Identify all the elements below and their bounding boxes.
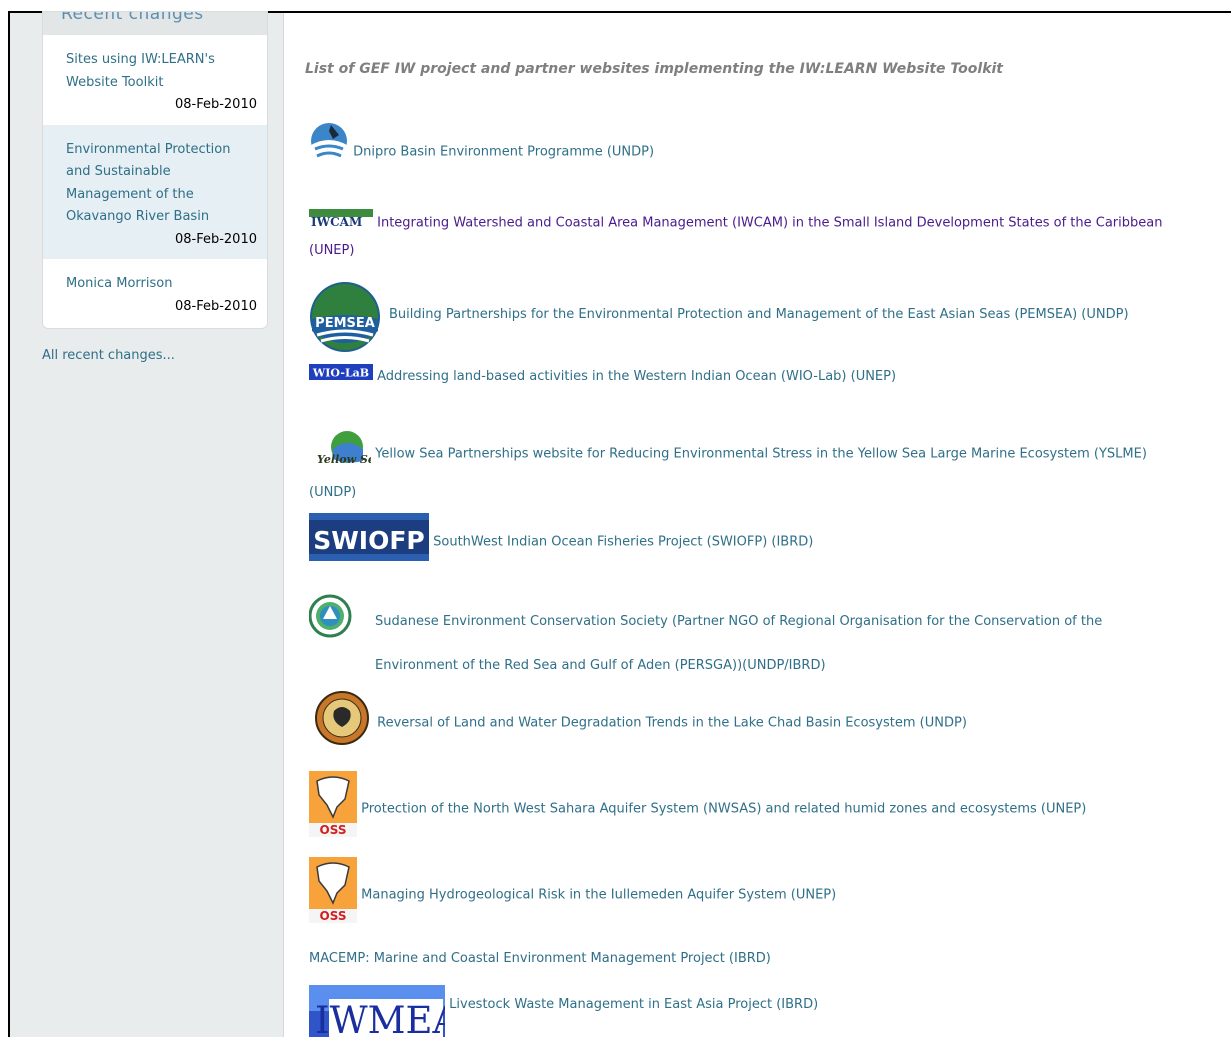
- pemsea-logo[interactable]: PEMSEA: [309, 281, 381, 363]
- iwmea-logo-text: IWMEA: [315, 999, 445, 1037]
- recent-change-item: Monica Morrison 08-Feb-2010: [43, 259, 267, 328]
- oss-logo[interactable]: OSS: [309, 771, 357, 847]
- project-entry: OSS Protection of the North West Sahara …: [309, 771, 1179, 847]
- recent-change-link[interactable]: Sites using IW:LEARN's Website Toolkit: [66, 49, 257, 94]
- project-link[interactable]: Livestock Waste Management in East Asia …: [449, 997, 818, 1012]
- portlet-header: Recent changes: [43, 12, 267, 35]
- left-sidebar: Recent changes Sites using IW:LEARN's We…: [10, 11, 284, 1037]
- wio-lab-logo[interactable]: WIO-LaB: [309, 363, 373, 390]
- project-entry: MACEMP: Marine and Coastal Environment M…: [309, 945, 1179, 972]
- project-entry: Reversal of Land and Water Degradation T…: [309, 689, 1179, 757]
- recent-change-item: Environmental Protection and Sustainable…: [43, 124, 267, 259]
- recent-change-date: 08-Feb-2010: [174, 231, 257, 247]
- project-entry: WIO-LaB Addressing land-based activities…: [309, 363, 1179, 390]
- recent-change-item: Sites using IW:LEARN's Website Toolkit 0…: [43, 35, 267, 125]
- project-link[interactable]: Dnipro Basin Environment Programme (UNDP…: [353, 145, 654, 160]
- project-entry: Yellow Sea Yellow Sea Partnerships websi…: [309, 429, 1179, 506]
- recent-changes-portlet: Recent changes Sites using IW:LEARN's We…: [42, 11, 268, 329]
- recent-change-date: 08-Feb-2010: [174, 97, 257, 112]
- swiofp-logo[interactable]: SWIOFP: [309, 513, 429, 571]
- project-link[interactable]: Building Partnerships for the Environmen…: [309, 283, 1179, 328]
- project-entry: SWIOFP SouthWest Indian Ocean Fisheries …: [309, 513, 1179, 571]
- yellow-sea-logo[interactable]: Yellow Sea: [309, 429, 382, 479]
- project-link[interactable]: Integrating Watershed and Coastal Area M…: [309, 216, 1162, 259]
- project-link[interactable]: Reversal of Land and Water Degradation T…: [377, 716, 967, 731]
- all-recent-changes-link[interactable]: All recent changes...: [42, 348, 175, 363]
- swiofp-logo-text: SWIOFP: [313, 526, 425, 555]
- project-link[interactable]: MACEMP: Marine and Coastal Environment M…: [309, 951, 771, 966]
- project-link[interactable]: Managing Hydrogeological Risk in the Iul…: [361, 888, 836, 903]
- project-link[interactable]: SouthWest Indian Ocean Fisheries Project…: [433, 535, 813, 550]
- project-entry: Dnipro Basin Environment Programme (UNDP…: [309, 123, 1179, 179]
- portlet-heading: Recent changes: [61, 12, 204, 24]
- project-entry: OSS Managing Hydrogeological Risk in the…: [309, 857, 1179, 933]
- recent-change-link[interactable]: Monica Morrison: [66, 273, 257, 296]
- yellow-sea-logo-text: Yellow Sea: [317, 453, 371, 466]
- project-link[interactable]: Yellow Sea Partnerships website for Redu…: [309, 447, 1147, 501]
- project-entry: Sudanese Environment Conservation Societ…: [308, 589, 1179, 688]
- project-link[interactable]: Sudanese Environment Conservation Societ…: [309, 589, 1179, 688]
- oss-logo-text: OSS: [320, 823, 347, 837]
- page-title: List of GEF IW project and partner websi…: [305, 61, 1003, 77]
- project-link[interactable]: Addressing land-based activities in the …: [377, 369, 896, 384]
- project-entry: PEMSEA Building Partnerships for the Env…: [309, 281, 1179, 363]
- lake-chad-logo[interactable]: [309, 689, 373, 757]
- dnipro-logo[interactable]: [309, 121, 349, 175]
- iwmea-logo[interactable]: IWMEA: [309, 985, 461, 1047]
- oss-logo-text: OSS: [320, 909, 347, 923]
- recent-change-link[interactable]: Environmental Protection and Sustainable…: [66, 139, 257, 229]
- wio-lab-logo-text: WIO-LaB: [312, 367, 369, 380]
- pemsea-logo-text: PEMSEA: [315, 316, 375, 331]
- project-entry: IWMEA Livestock Waste Management in East…: [309, 985, 1179, 1047]
- persga-logo[interactable]: [308, 589, 371, 653]
- recent-change-date: 08-Feb-2010: [174, 298, 257, 314]
- project-link[interactable]: Protection of the North West Sahara Aqui…: [361, 802, 1086, 817]
- iwcam-logo-text: IWCAM: [311, 215, 362, 227]
- project-entry: IWCAM Integrating Watershed and Coastal …: [309, 209, 1179, 264]
- main-content: List of GEF IW project and partner websi…: [285, 13, 1231, 1042]
- iwcam-logo[interactable]: IWCAM: [309, 209, 373, 237]
- oss-logo[interactable]: OSS: [309, 857, 357, 933]
